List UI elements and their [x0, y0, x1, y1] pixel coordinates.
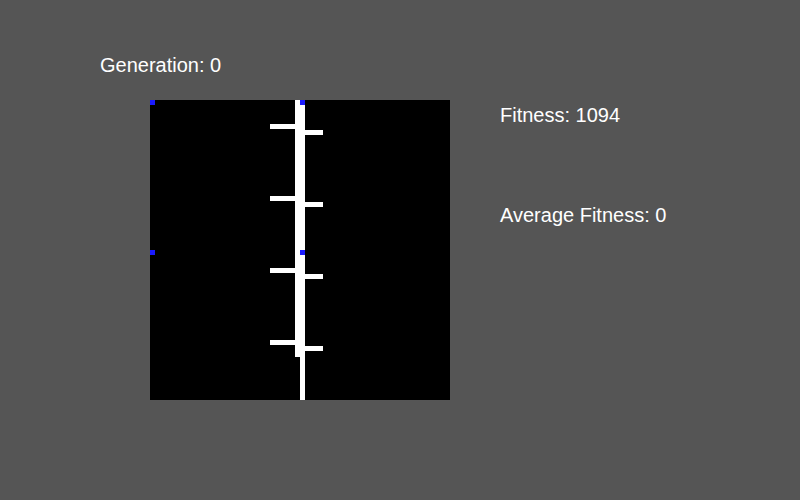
left-leg [270, 196, 295, 201]
generation-label: Generation: 0 [100, 53, 450, 77]
creature-body [295, 100, 305, 357]
right-leg [305, 346, 323, 351]
left-leg [270, 268, 295, 273]
left-panel: Generation: 0 [0, 0, 450, 500]
left-leg [270, 124, 295, 129]
creature-leg-pair [270, 196, 323, 207]
simulation-canvas [150, 100, 450, 400]
creature-tail [300, 357, 305, 400]
right-leg [305, 274, 323, 279]
creature-leg-pair [270, 124, 323, 135]
right-leg [305, 130, 323, 135]
creature-leg-pair [270, 268, 323, 279]
marker [300, 100, 305, 105]
stats-panel: Fitness: 1094 Average Fitness: 0 [450, 0, 666, 500]
marker [150, 250, 155, 255]
fitness-label: Fitness: 1094 [500, 103, 666, 127]
right-leg [305, 202, 323, 207]
creature-leg-pair [270, 340, 323, 351]
marker [150, 100, 155, 105]
simulation-screen: Generation: 0 Fitness: 1094 Average Fitnes… [0, 0, 800, 500]
average-fitness-label: Average Fitness: 0 [500, 203, 666, 227]
marker [300, 250, 305, 255]
left-leg [270, 340, 295, 345]
canvas-background [150, 100, 450, 400]
